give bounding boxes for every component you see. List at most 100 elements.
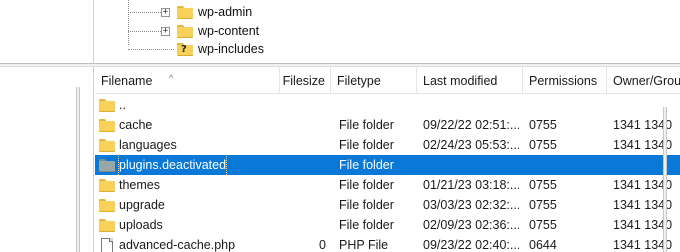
left-pane-edge: [0, 67, 94, 252]
tree-left-margin: [0, 0, 94, 63]
last-modified-cell: 02/24/23 05:53:...: [423, 138, 519, 152]
file-row[interactable]: upgrade File folder 03/03/23 02:32:... 0755…: [95, 195, 680, 215]
file-size-cell: [285, 115, 326, 135]
file-row[interactable]: uploads File folder 02/09/23 02:36:... 0755…: [95, 215, 680, 235]
tree-node-label: wp-admin: [198, 5, 253, 19]
file-name-cell: plugins.deactivated: [99, 155, 279, 175]
file-name-label: cache: [119, 117, 153, 132]
tree-connector-line: [128, 49, 174, 50]
tree-node-wp-admin[interactable]: wp-admin: [177, 3, 252, 21]
file-type-cell: File folder: [339, 178, 394, 192]
file-name-label: upgrade: [119, 197, 165, 212]
last-modified-cell: 01/21/23 03:18:...: [423, 178, 519, 192]
column-header-filetype[interactable]: Filetype: [331, 67, 417, 94]
file-type-cell: File folder: [339, 218, 394, 232]
file-name-label: plugins.deactivated: [117, 155, 228, 175]
file-size-cell: [285, 135, 326, 155]
expand-icon[interactable]: +: [161, 27, 170, 36]
file-icon: [101, 237, 113, 252]
file-name-label: ..: [119, 97, 126, 112]
folder-icon: [177, 24, 193, 38]
folder-gray-icon: [99, 158, 115, 172]
column-header-label: Filename: [101, 74, 153, 88]
file-size-cell: [285, 215, 326, 235]
file-list-scrollbar[interactable]: [663, 107, 667, 252]
tree-node-label: wp-content: [198, 24, 260, 38]
file-row[interactable]: ..: [95, 95, 680, 115]
column-header-permissions[interactable]: Permissions: [523, 67, 607, 94]
last-modified-cell: [423, 95, 519, 115]
column-header-filename[interactable]: Filename ^: [95, 67, 280, 94]
file-name-label: languages: [119, 137, 177, 152]
file-name-label: advanced-cache.php: [119, 237, 236, 252]
column-header-owner[interactable]: Owner/Grou: [607, 67, 680, 94]
file-type-cell: PHP File: [339, 238, 389, 252]
owner-cell: 1341 1340: [613, 198, 673, 212]
folder-icon: [99, 198, 115, 212]
tree-connector-line: [128, 12, 161, 13]
permissions-cell: 0644: [529, 238, 557, 252]
remote-directory-tree: + wp-admin + wp-content ? wp-includes: [0, 0, 680, 63]
file-name-cell: advanced-cache.php: [99, 235, 279, 252]
last-modified-cell: 03/03/23 02:32:...: [423, 198, 519, 212]
file-row[interactable]: themes File folder 01/21/23 03:18:... 0755 1…: [95, 175, 680, 195]
file-type-cell: File folder: [339, 118, 394, 132]
folder-question-icon: ?: [177, 42, 193, 56]
folder-icon: [177, 5, 193, 19]
owner-cell: [613, 95, 680, 115]
column-header-last-modified[interactable]: Last modified: [417, 67, 523, 94]
permissions-cell: [529, 95, 609, 115]
file-row[interactable]: advanced-cache.php 0 PHP File 09/23/22 02:4…: [95, 235, 680, 252]
permissions-cell: 0755: [529, 178, 557, 192]
permissions-cell: 0755: [529, 218, 557, 232]
left-scrollbar[interactable]: [76, 87, 80, 252]
permissions-cell: [529, 155, 609, 175]
owner-cell: 1341 1340: [613, 218, 673, 232]
owner-cell: 1341 1340: [613, 118, 673, 132]
file-name-label: themes: [119, 177, 160, 192]
tree-area: + wp-admin + wp-content ? wp-includes: [95, 0, 680, 63]
tree-node-label: wp-includes: [198, 42, 265, 56]
last-modified-cell: [423, 155, 519, 175]
tree-node-wp-includes[interactable]: ? wp-includes: [177, 40, 264, 58]
file-name-cell: languages: [99, 135, 279, 155]
file-type-cell: File folder: [339, 138, 394, 152]
file-size-cell: [285, 175, 326, 195]
permissions-cell: 0755: [529, 198, 557, 212]
file-type-cell: [339, 95, 419, 115]
folder-icon: [99, 118, 115, 132]
owner-cell: 1341 1340: [613, 138, 673, 152]
tree-node-wp-content[interactable]: wp-content: [177, 22, 259, 40]
folder-icon: [99, 138, 115, 152]
last-modified-cell: 09/23/22 02:40:...: [423, 238, 519, 252]
tree-connector-line: [128, 31, 161, 32]
owner-cell: 1341 1340: [613, 238, 673, 252]
permissions-cell: 0755: [529, 118, 557, 132]
last-modified-cell: 02/09/23 02:36:...: [423, 218, 519, 232]
file-name-cell: ..: [99, 95, 279, 115]
remote-file-list: Filename ^ Filesize Filetype Last modifi…: [95, 67, 680, 252]
folder-icon: [99, 98, 115, 112]
file-row[interactable]: cache File folder 09/22/22 02:51:... 0755 13…: [95, 115, 680, 135]
file-type-cell: File folder: [339, 198, 394, 212]
file-name-label: uploads: [119, 217, 163, 232]
file-name-cell: cache: [99, 115, 279, 135]
file-size-cell: [285, 95, 326, 115]
expand-icon[interactable]: +: [161, 8, 170, 17]
column-header-filesize[interactable]: Filesize: [280, 67, 331, 94]
owner-cell: 1341 1340: [613, 178, 673, 192]
folder-icon: [99, 218, 115, 232]
file-row[interactable]: plugins.deactivated File folder: [95, 155, 680, 175]
file-list-header: Filename ^ Filesize Filetype Last modifi…: [95, 67, 680, 94]
file-name-cell: uploads: [99, 215, 279, 235]
permissions-cell: 0755: [529, 138, 557, 152]
file-name-cell: upgrade: [99, 195, 279, 215]
file-name-cell: themes: [99, 175, 279, 195]
folder-icon: [99, 178, 115, 192]
tree-connector-line: [128, 0, 129, 45]
file-size-cell: [285, 195, 326, 215]
file-row[interactable]: languages File folder 02/24/23 05:53:... 07…: [95, 135, 680, 155]
owner-cell: [613, 155, 680, 175]
last-modified-cell: 09/22/22 02:51:...: [423, 118, 519, 132]
file-type-cell: File folder: [339, 158, 394, 172]
